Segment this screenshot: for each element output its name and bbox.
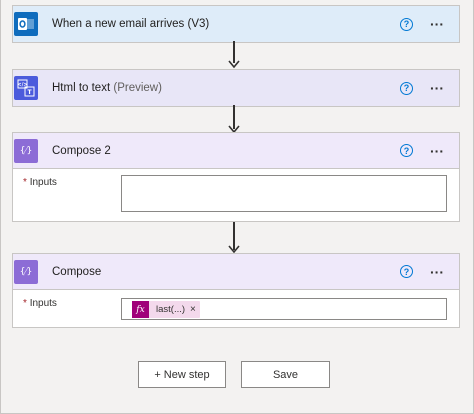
step-title-text: When a new email arrives (V3) — [52, 18, 210, 30]
inputs-field[interactable] — [121, 175, 447, 212]
more-options-icon[interactable]: ··· — [427, 265, 447, 279]
step-header[interactable]: When a new email arrives (V3) ? ··· — [13, 6, 459, 42]
help-icon[interactable]: ? — [400, 265, 413, 278]
inputs-field-row: * Inputs fx last(...) × — [13, 290, 459, 328]
more-options-icon[interactable]: ··· — [427, 144, 447, 158]
step-header[interactable]: {⁄} Compose 2 ? ··· — [13, 133, 459, 169]
fx-icon: fx — [132, 301, 149, 318]
expression-token-text: last(...) — [156, 304, 186, 315]
step-card-trigger[interactable]: When a new email arrives (V3) ? ··· — [12, 5, 460, 43]
new-step-button[interactable]: + New step — [138, 361, 226, 388]
html-to-text-icon: </> T — [14, 76, 38, 100]
step-title: Compose 2 — [52, 145, 400, 157]
compose-icon: {⁄} — [14, 138, 38, 163]
step-card-html-to-text[interactable]: </> T Html to text (Preview) ? ··· — [12, 69, 460, 107]
inputs-label-text: Inputs — [29, 298, 57, 309]
step-card-compose-2[interactable]: {⁄} Compose 2 ? ··· * Inputs — [12, 132, 460, 222]
step-header[interactable]: {⁄} Compose ? ··· — [13, 254, 459, 290]
step-title: Html to text (Preview) — [52, 82, 400, 94]
inputs-field-row: * Inputs — [13, 169, 459, 227]
step-title: Compose — [52, 266, 400, 278]
help-icon[interactable]: ? — [400, 81, 413, 95]
help-icon[interactable]: ? — [400, 17, 413, 31]
outlook-icon — [14, 12, 38, 36]
required-marker: * — [23, 177, 27, 188]
save-button[interactable]: Save — [241, 361, 330, 388]
required-marker: * — [23, 298, 27, 309]
remove-token-icon[interactable]: × — [190, 304, 200, 315]
inputs-label-text: Inputs — [29, 177, 57, 188]
save-label: Save — [272, 368, 299, 381]
expression-token[interactable]: fx last(...) × — [132, 301, 200, 318]
step-card-compose[interactable]: {⁄} Compose ? ··· * Inputs fx last(...) … — [12, 253, 460, 328]
inputs-label: * Inputs — [23, 298, 57, 309]
inputs-field[interactable]: fx last(...) × — [121, 298, 447, 320]
compose-icon: {⁄} — [14, 259, 38, 284]
help-icon[interactable]: ? — [400, 144, 413, 157]
step-title-text: Compose 2 — [52, 144, 111, 157]
step-title-text: Html to text — [52, 82, 111, 94]
preview-label: (Preview) — [113, 82, 162, 94]
more-options-icon[interactable]: ··· — [427, 81, 447, 95]
svg-text:T: T — [27, 89, 32, 96]
step-title: When a new email arrives (V3) — [52, 18, 400, 30]
more-options-icon[interactable]: ··· — [427, 17, 447, 31]
arrow-down-icon — [228, 60, 240, 69]
new-step-label: + New step — [154, 368, 210, 381]
step-title-text: Compose — [52, 265, 102, 278]
step-header[interactable]: </> T Html to text (Preview) ? ··· — [13, 70, 459, 106]
inputs-label: * Inputs — [23, 177, 57, 188]
